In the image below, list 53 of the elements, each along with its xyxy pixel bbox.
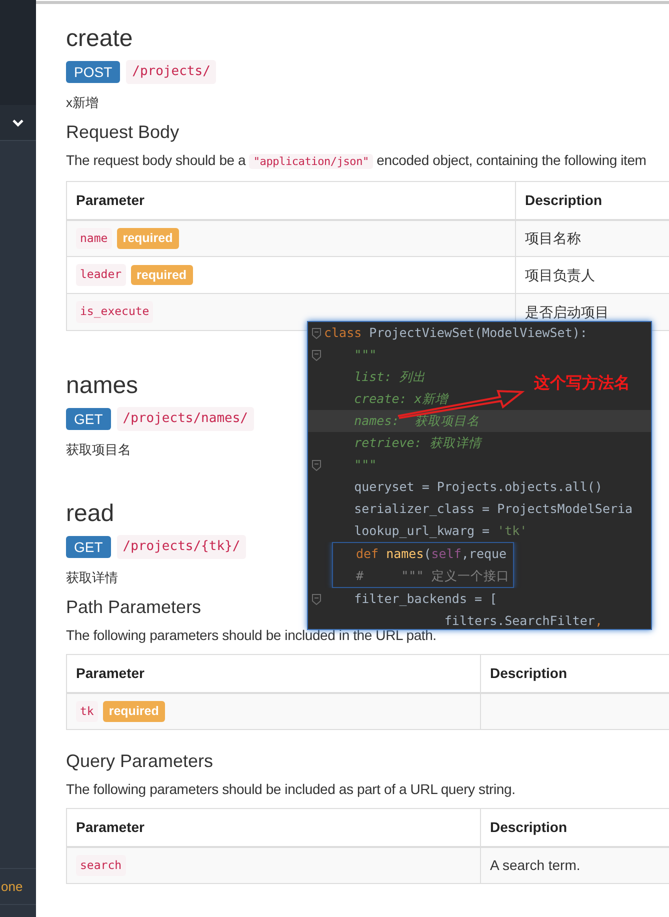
method-badge: GET — [66, 536, 111, 558]
parameter-name: leader — [76, 264, 126, 286]
required-badge: required — [130, 264, 193, 286]
inline-code: "application/json" — [249, 154, 373, 169]
required-badge: required — [116, 228, 179, 249]
subsection-title: Query Parameters — [66, 750, 214, 773]
section-title: read — [66, 499, 114, 529]
code-line: retrieve: 获取详情 — [353, 434, 482, 452]
collapse-toggle[interactable] — [0, 105, 36, 141]
table-cell: A search term. — [490, 856, 580, 873]
table-cell: 项目名称 — [525, 230, 581, 246]
endpoint-path: /projects/ — [126, 60, 216, 84]
code-line: filter_backends = [ — [353, 590, 498, 608]
fold-marker-icon[interactable] — [312, 350, 320, 360]
paragraph: The request body should be a "application/json" encoded object, containing the following item — [66, 151, 646, 171]
code-line: names: 获取项目名 — [353, 412, 480, 430]
method-badge: GET — [66, 408, 111, 430]
endpoint-description: 获取项目名 — [66, 441, 131, 459]
fold-marker-icon[interactable] — [312, 328, 320, 338]
subsection-title: Request Body — [66, 121, 180, 144]
table-cell: 项目负责人 — [525, 266, 595, 282]
code-line: # """ 定义一个接口 — [355, 566, 510, 585]
endpoint-description: x新增 — [66, 94, 98, 112]
paragraph: The following parameters should be included in the URL path. — [66, 626, 436, 645]
sidebar-link[interactable]: one — [1, 876, 23, 896]
parameter-name: tk — [76, 700, 98, 722]
code-line: """ — [353, 456, 377, 474]
section-title: create — [66, 24, 133, 54]
parameter-name: name — [76, 228, 112, 249]
paragraph: The following parameters should be included as part of a URL query string. — [66, 780, 516, 799]
code-line: """ — [353, 346, 377, 364]
code-line: create: x新增 — [353, 390, 448, 408]
annotation-text: 这个写方法名 — [534, 372, 630, 394]
endpoint-path: /projects/names/ — [116, 407, 254, 431]
code-line: queryset = Projects.objects.all() — [353, 478, 602, 496]
code-line: list: 列出 — [353, 368, 426, 386]
endpoint-path: /projects/{tk}/ — [116, 535, 246, 559]
code-line: def names(self,reque — [355, 544, 507, 563]
subsection-title: Path Parameters — [66, 596, 202, 619]
fold-marker-icon[interactable] — [312, 460, 320, 470]
required-badge: required — [102, 700, 165, 722]
section-title: names — [66, 371, 138, 401]
parameter-name: is_execute — [76, 301, 154, 323]
parameter-name: search — [76, 854, 126, 876]
code-line: class ProjectViewSet(ModelViewSet): — [324, 324, 588, 342]
code-line: filters.SearchFilter, — [443, 612, 602, 629]
endpoint-description: 获取详情 — [66, 569, 118, 587]
table-cell: 是否启动项目 — [525, 304, 609, 320]
method-badge: POST — [66, 61, 120, 83]
fold-marker-icon[interactable] — [312, 594, 320, 604]
chevron-down-icon — [12, 118, 24, 126]
code-line: serializer_class = ProjectsModelSeria — [353, 500, 633, 518]
code-line: lookup_url_kwarg = 'tk' — [353, 522, 528, 540]
